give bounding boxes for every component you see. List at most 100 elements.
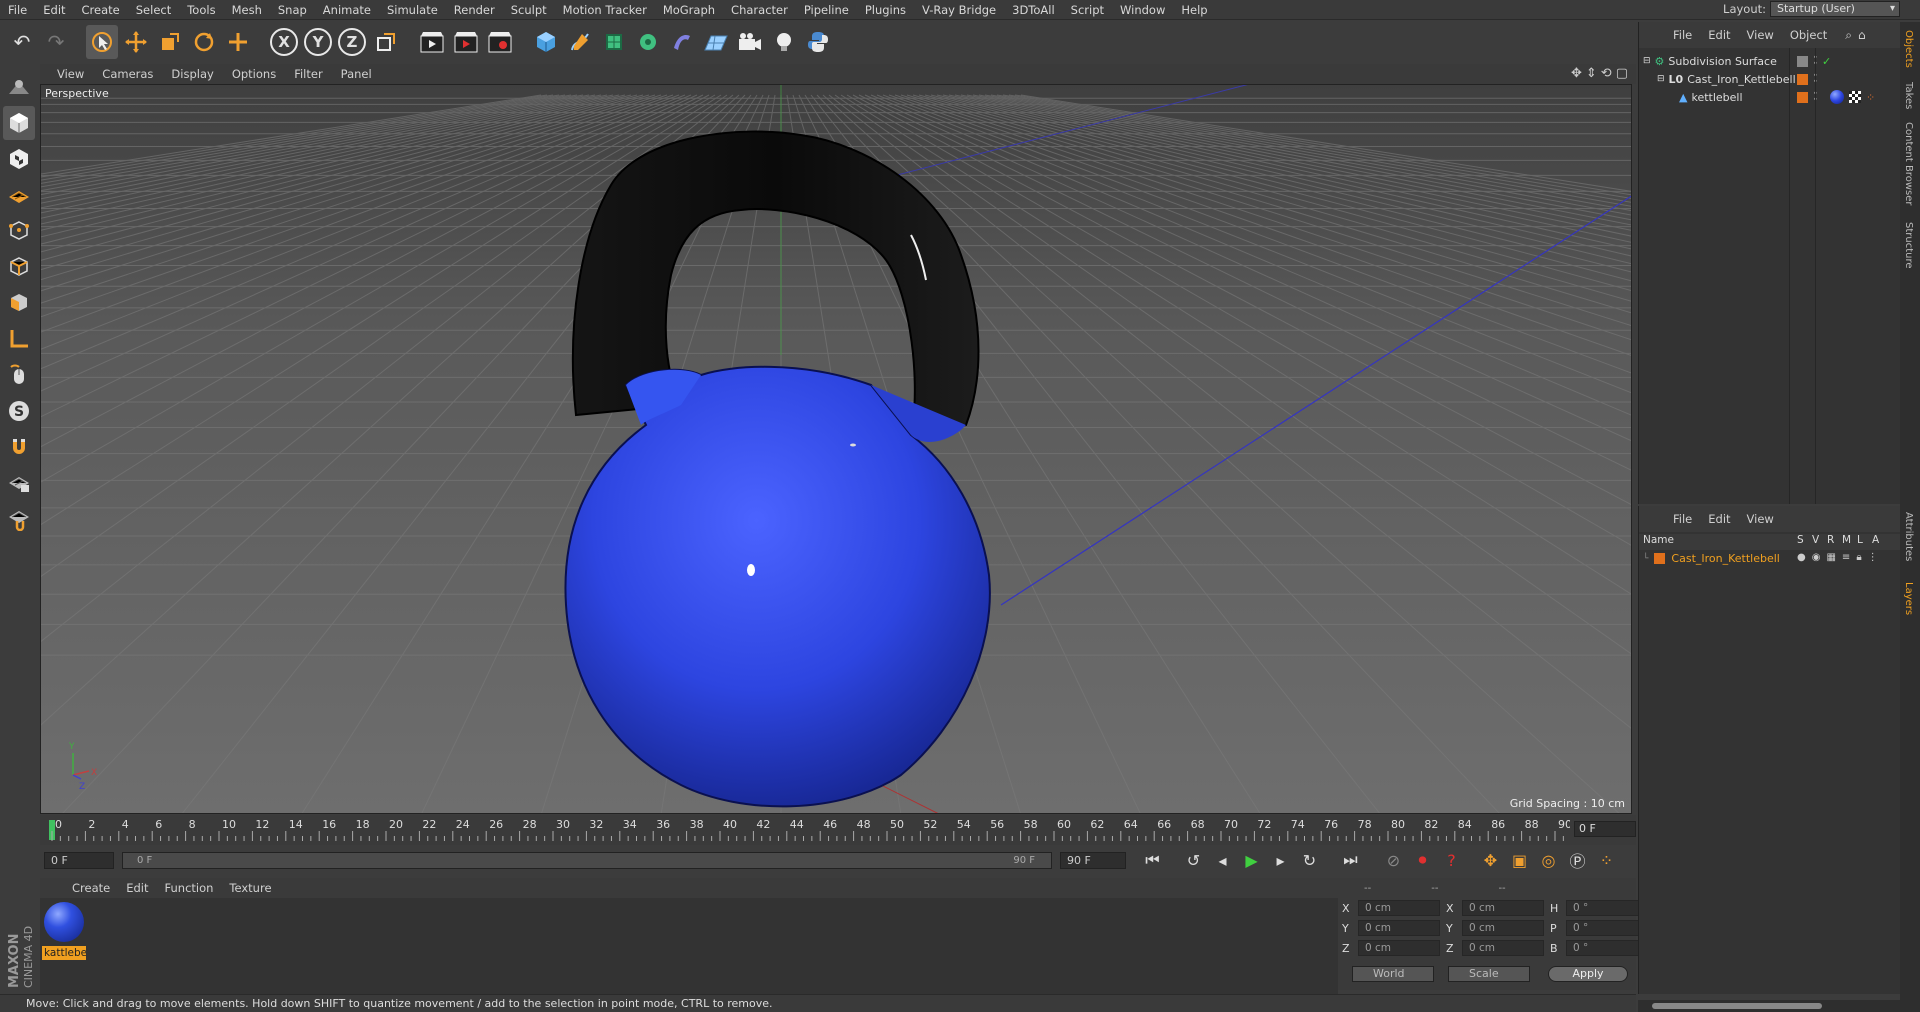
layout-dropdown[interactable]: Startup (User) [1770,1,1900,17]
make-editable-icon[interactable] [3,70,35,104]
redo-icon[interactable]: ↷ [40,25,72,59]
move-tool-icon[interactable] [120,25,152,59]
go-to-end-icon[interactable]: ⏭ [1338,848,1363,872]
material-menu-edit[interactable]: Edit [118,881,156,895]
render-settings-icon[interactable] [484,25,516,59]
play-forward-icon[interactable]: ▶ [1239,848,1264,872]
position-y-field[interactable]: 0 cm [1358,920,1440,936]
rotation-b-field[interactable]: 0 ° [1566,940,1648,956]
key-scale-icon[interactable]: ▣ [1507,848,1532,872]
light-bulb-icon[interactable] [768,25,800,59]
layer-menu-file[interactable]: File [1665,512,1700,526]
texture-mode-icon[interactable] [3,142,35,176]
workplane-lock-icon[interactable] [3,466,35,500]
menu-edit[interactable]: Edit [35,0,73,20]
menu-window[interactable]: Window [1112,0,1173,20]
start-frame-field[interactable]: 0 F [44,852,114,869]
perspective-viewport[interactable]: Y X Z Perspective Grid Spacing : 10 cm [40,84,1632,814]
collapse-icon[interactable]: ⊟ [1657,74,1665,84]
key-rotation-icon[interactable]: ◎ [1536,848,1561,872]
timeline-ruler[interactable]: 0 2 4 6 8 10 12 14 16 18 20 22 24 26 28 30 32 34 36 38 40 42 4… [40,815,1636,845]
undo-icon[interactable]: ↶ [6,25,38,59]
render-view-icon[interactable] [416,25,448,59]
size-z-field[interactable]: 0 cm [1462,940,1544,956]
floor-environment-icon[interactable] [700,25,732,59]
menu-character[interactable]: Character [723,0,796,20]
mograph-cloner-icon[interactable] [632,25,664,59]
keyframe-selection-icon[interactable]: ? [1439,848,1464,872]
home-icon[interactable]: ⌂ [1858,28,1866,42]
tab-structure[interactable]: Structure [1903,222,1914,269]
menu-pipeline[interactable]: Pipeline [796,0,857,20]
axis-mode-icon[interactable] [3,322,35,356]
viewport-menu-filter[interactable]: Filter [285,67,331,81]
menu-script[interactable]: Script [1063,0,1112,20]
polygons-mode-icon[interactable] [3,286,35,320]
material-thumbnail[interactable] [44,902,84,942]
rotation-p-field[interactable]: 0 ° [1566,920,1648,936]
lock-toggle-icon[interactable]: 🔒︎ [1856,552,1861,563]
workplane-mode-icon[interactable] [3,178,35,212]
orbit-view-icon[interactable]: ⟲ [1601,66,1612,81]
menu-snap[interactable]: Snap [270,0,315,20]
panel-scrollbar[interactable] [1638,1000,1900,1012]
autokey-icon[interactable]: ⏺ [1410,848,1435,872]
tab-attributes[interactable]: Attributes [1903,512,1914,561]
viewport-menu-cameras[interactable]: Cameras [93,67,162,81]
snapping-icon[interactable]: S [3,394,35,428]
menu-3dtoall[interactable]: 3DToAll [1004,0,1063,20]
search-icon[interactable]: ⌕ [1845,28,1852,43]
menu-tools[interactable]: Tools [179,0,223,20]
menu-plugins[interactable]: Plugins [857,0,914,20]
tab-objects[interactable]: Objects [1903,30,1914,68]
key-parameter-icon[interactable]: Ⓟ [1565,848,1590,872]
object-menu-object[interactable]: Object [1782,28,1835,42]
uvw-tag-icon[interactable] [1849,91,1861,103]
key-point-level-icon[interactable]: ⁘ [1594,848,1619,872]
viewport-menu-options[interactable]: Options [223,67,285,81]
toggle-view-icon[interactable]: ▢ [1616,66,1628,81]
layer-row-cast-iron-kettlebell[interactable]: └ Cast_Iron_Kettlebell [1643,552,1780,565]
menu-simulate[interactable]: Simulate [379,0,446,20]
subdivision-generator-icon[interactable] [598,25,630,59]
menu-create[interactable]: Create [74,0,128,20]
rotation-h-field[interactable]: 0 ° [1566,900,1648,916]
material-menu-texture[interactable]: Texture [221,881,279,895]
solo-toggle-icon[interactable]: ● [1797,552,1806,563]
menu-help[interactable]: Help [1173,0,1215,20]
preview-range-slider[interactable]: 0 F 90 F [122,852,1052,869]
material-name-label[interactable]: kattlebe [42,946,86,960]
apply-button[interactable]: Apply [1548,966,1628,982]
deformer-icon[interactable] [666,25,698,59]
object-row-subdivision-surface[interactable]: ⊟ ⚙ Subdivision Surface [1643,52,1777,70]
object-menu-file[interactable]: File [1665,28,1700,42]
z-axis-lock-button[interactable]: Z [338,28,366,56]
collapse-icon[interactable]: ⊟ [1643,56,1651,66]
coordinate-system-icon[interactable] [370,25,402,59]
render-picture-viewer-icon[interactable] [450,25,482,59]
layer-menu-edit[interactable]: Edit [1700,512,1738,526]
y-axis-lock-button[interactable]: Y [304,28,332,56]
tab-layers[interactable]: Layers [1903,582,1914,615]
model-mode-icon[interactable] [3,106,35,140]
object-row-cast-iron-kettlebell[interactable]: ⊟ L0 Cast_Iron_Kettlebell [1657,70,1796,88]
magnet-icon[interactable] [3,430,35,464]
record-keys-icon[interactable]: ⊘ [1381,848,1406,872]
viewport-menu-panel[interactable]: Panel [332,67,381,81]
rotate-tool-icon[interactable] [188,25,220,59]
object-menu-edit[interactable]: Edit [1700,28,1738,42]
menu-motion-tracker[interactable]: Motion Tracker [555,0,655,20]
edges-mode-icon[interactable] [3,250,35,284]
size-x-field[interactable]: 0 cm [1462,900,1544,916]
coordinate-mode-dropdown[interactable]: Scale [1448,966,1530,982]
viewport-menu-view[interactable]: View [48,67,93,81]
workplane-snap-icon[interactable] [3,502,35,536]
previous-keyframe-icon[interactable]: ↺ [1181,848,1206,872]
layer-menu-view[interactable]: View [1739,512,1782,526]
next-frame-icon[interactable]: ▸ [1268,848,1293,872]
pan-view-icon[interactable]: ✥ [1571,66,1582,81]
enabled-check-icon[interactable]: ✓ [1822,55,1831,68]
camera-icon[interactable] [734,25,766,59]
menu-render[interactable]: Render [446,0,503,20]
material-menu-create[interactable]: Create [64,881,118,895]
